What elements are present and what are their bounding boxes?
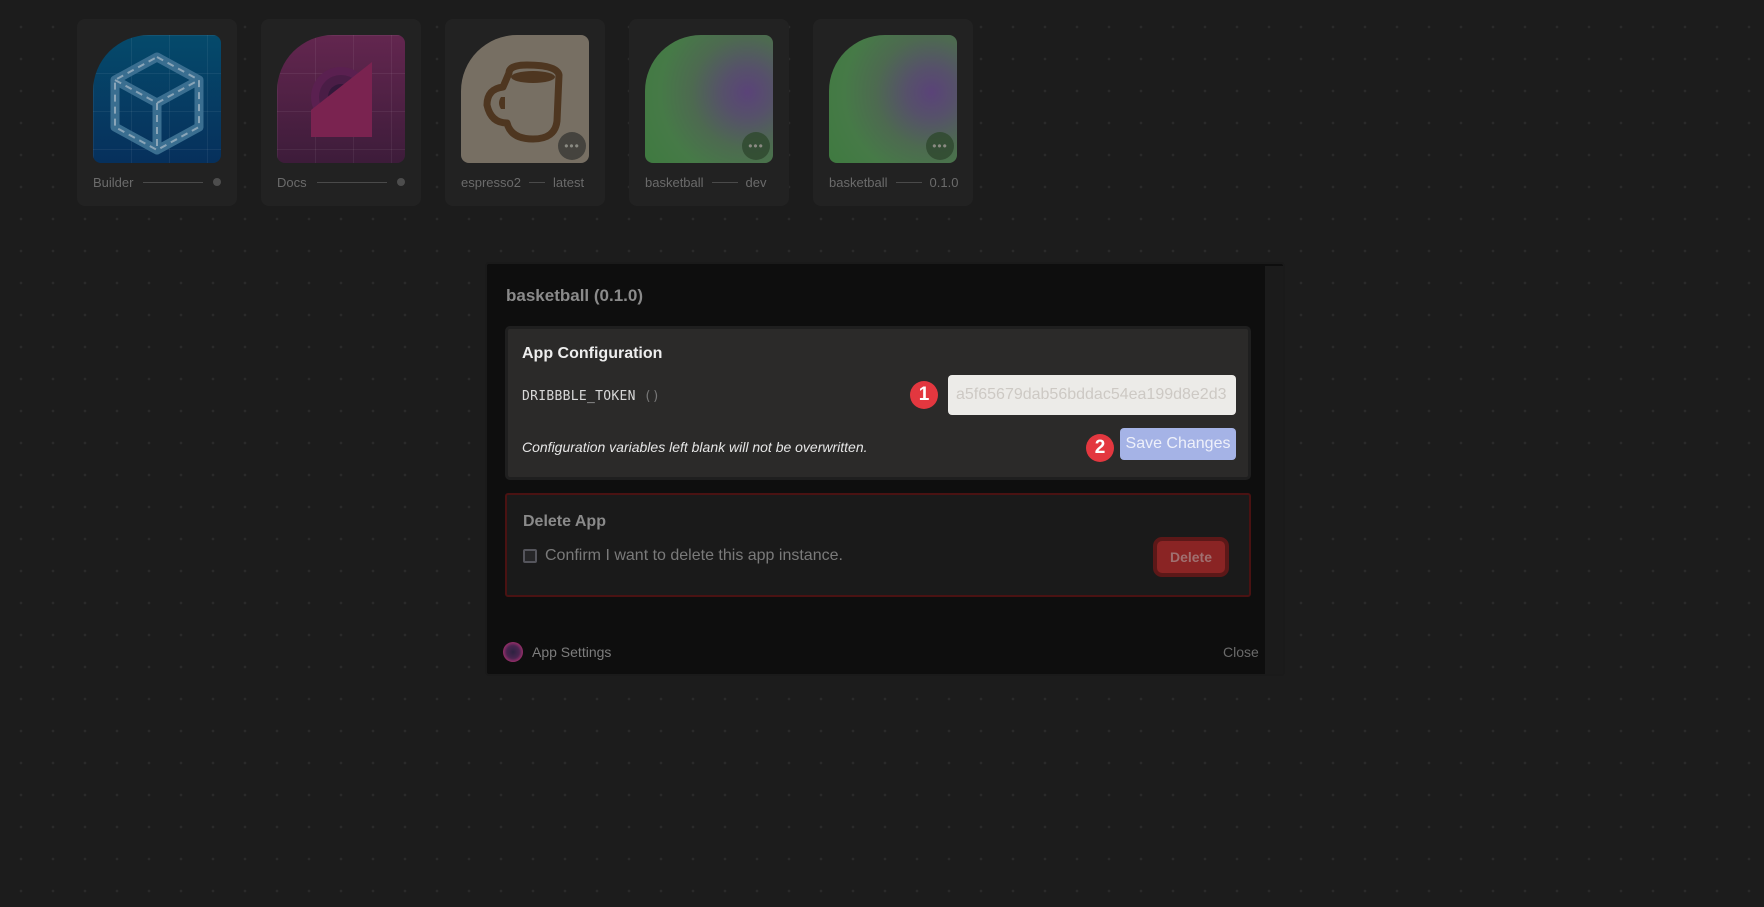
app-tiles: Builder Docs ••• espresso2 latest ••• ba… <box>77 19 973 206</box>
app-tile-label: basketball dev <box>645 173 773 191</box>
app-name: basketball <box>645 174 704 190</box>
app-name: Docs <box>277 174 307 190</box>
app-name: basketball <box>829 174 888 190</box>
app-tile-label: Docs <box>277 173 405 191</box>
divider-line <box>143 181 203 183</box>
more-options-button[interactable]: ••• <box>926 132 954 160</box>
close-button[interactable]: Close <box>1223 644 1259 660</box>
annotation-badge-1: 1 <box>910 381 938 409</box>
divider-line <box>528 181 545 183</box>
save-changes-button[interactable]: Save Changes <box>1120 428 1236 460</box>
gradient-blob-icon: ••• <box>645 35 773 163</box>
modal-title: basketball (0.1.0) <box>506 286 644 305</box>
app-name: espresso2 <box>461 174 521 190</box>
app-name: Builder <box>93 174 134 190</box>
app-tile-basketball-0-1-0[interactable]: ••• basketball 0.1.0 <box>813 19 973 206</box>
app-tile-label: basketball 0.1.0 <box>829 173 959 191</box>
divider-line <box>711 181 738 183</box>
docs-icon <box>277 35 405 163</box>
app-tag: dev <box>745 174 767 190</box>
app-settings-modal: basketball (0.1.0) App Configuration DRI… <box>485 262 1285 676</box>
dribbble-token-input[interactable] <box>948 375 1236 415</box>
app-tile-builder[interactable]: Builder <box>77 19 237 206</box>
confirm-delete-label: Confirm I want to delete this app instan… <box>545 547 843 564</box>
more-options-button[interactable]: ••• <box>742 132 770 160</box>
divider-line <box>895 181 922 183</box>
coffee-cup-icon: ••• <box>461 35 589 163</box>
app-tile-basketball-dev[interactable]: ••• basketball dev <box>629 19 789 206</box>
more-options-button[interactable]: ••• <box>558 132 586 160</box>
delete-title: Delete App <box>523 513 606 530</box>
status-dot <box>213 178 221 186</box>
confirm-delete-row[interactable]: Confirm I want to delete this app instan… <box>523 547 843 565</box>
config-hint: Configuration variables left blank will … <box>522 439 868 455</box>
delete-app-card: Delete App Confirm I want to delete this… <box>505 493 1251 597</box>
app-tile-label: Builder <box>93 173 221 191</box>
delete-button[interactable]: Delete <box>1153 537 1229 577</box>
divider-line <box>316 181 387 183</box>
app-tile-label: espresso2 latest <box>461 173 589 191</box>
app-tile-docs[interactable]: Docs <box>261 19 421 206</box>
confirm-delete-checkbox[interactable] <box>523 549 537 563</box>
config-title: App Configuration <box>522 345 663 362</box>
app-settings-icon <box>503 642 523 662</box>
cube-icon <box>93 35 221 163</box>
footer-label: App Settings <box>532 644 612 660</box>
app-tile-espresso2[interactable]: ••• espresso2 latest <box>445 19 605 206</box>
app-tag: latest <box>552 174 585 190</box>
annotation-badge-2: 2 <box>1086 434 1114 462</box>
status-dot <box>397 178 405 186</box>
modal-scrollbar[interactable] <box>1265 266 1283 674</box>
app-configuration-card: App Configuration DRIBBBLE_TOKEN () 1 Co… <box>505 326 1251 480</box>
gradient-blob-icon: ••• <box>829 35 957 163</box>
config-variable-name: DRIBBBLE_TOKEN () <box>522 389 661 404</box>
app-tag: 0.1.0 <box>929 174 959 190</box>
